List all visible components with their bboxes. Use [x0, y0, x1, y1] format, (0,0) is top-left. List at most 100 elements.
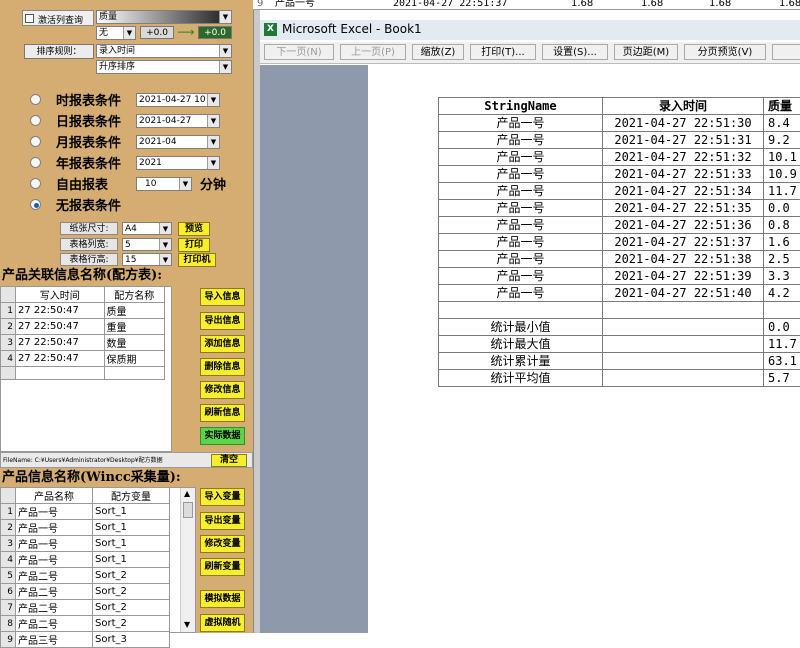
table-cell[interactable] [16, 367, 105, 380]
print-button[interactable]: 打印(T)... [470, 44, 536, 60]
virtual-random-button[interactable]: 虚拟随机值 [200, 614, 245, 632]
table-cell[interactable]: 产品二号 [16, 616, 93, 632]
excel-title-bar[interactable]: X Microsoft Excel - Book1 [260, 20, 800, 40]
table-row[interactable]: 227 22:50:47重量 [1, 319, 165, 335]
refresh-info-button[interactable]: 刷新信息 [200, 404, 245, 422]
radio-button-selected[interactable] [30, 199, 41, 210]
report-option-month[interactable]: 月报表条件 2021-04 ▼ [30, 132, 250, 152]
report-option-day[interactable]: 日报表条件 2021-04-27 ▼ [30, 111, 250, 131]
table-cell[interactable]: 27 22:50:47 [16, 319, 105, 335]
modify-info-button[interactable]: 修改信息 [200, 381, 245, 399]
paper-size-dropdown[interactable]: A4 ▼ [122, 222, 172, 235]
table-cell[interactable]: 重量 [104, 319, 165, 335]
report-option-hour[interactable]: 时报表条件 2021-04-27 10 ▼ [30, 90, 250, 110]
table-row[interactable] [1, 367, 165, 380]
radio-button[interactable] [30, 136, 41, 147]
month-dropdown[interactable]: 2021-04 ▼ [136, 135, 220, 149]
delete-info-button[interactable]: 删除信息 [200, 358, 245, 376]
activate-checkbox[interactable] [25, 14, 34, 23]
table-row[interactable]: 1产品一号Sort_1 [1, 504, 170, 520]
modify-var-button[interactable]: 修改变量 [200, 535, 245, 553]
year-dropdown[interactable]: 2021 ▼ [136, 156, 220, 170]
refresh-var-button[interactable]: 刷新变量 [200, 558, 245, 576]
toolbar-overflow[interactable] [772, 44, 800, 60]
day-dropdown[interactable]: 2021-04-27 ▼ [136, 114, 220, 128]
import-info-button[interactable]: 导入信息 [200, 288, 245, 306]
table-row[interactable]: 7产品二号Sort_2 [1, 600, 170, 616]
table-cell[interactable]: 产品二号 [16, 568, 93, 584]
table-cell[interactable]: Sort_1 [93, 520, 170, 536]
page-break-preview-button[interactable]: 分页预览(V) [684, 44, 766, 60]
clear-button[interactable]: 清空 [211, 454, 247, 467]
table-cell[interactable]: Sort_1 [93, 504, 170, 520]
table-row[interactable]: 9产品三号Sort_3 [1, 632, 170, 648]
printer-button[interactable]: 打印机 [178, 253, 216, 267]
table-cell[interactable]: Sort_2 [93, 584, 170, 600]
table-cell[interactable]: Sort_1 [93, 552, 170, 568]
report-option-year[interactable]: 年报表条件 2021 ▼ [30, 153, 250, 173]
add-info-button[interactable]: 添加信息 [200, 335, 245, 353]
setup-button[interactable]: 设置(S)... [542, 44, 608, 60]
import-var-button[interactable]: 导入变量 [200, 488, 245, 506]
table-cell[interactable]: 产品一号 [16, 552, 93, 568]
table-cell[interactable]: 产品三号 [16, 632, 93, 648]
wincc-table[interactable]: 产品名称 配方变量 1产品一号Sort_1 2产品一号Sort_1 3产品一号S… [0, 487, 170, 648]
formula-table[interactable]: 写入时间 配方名称 127 22:50:47质量 227 22:50:47重量 … [0, 286, 165, 380]
scroll-thumb[interactable] [183, 502, 193, 518]
radio-button[interactable] [30, 157, 41, 168]
radio-button[interactable] [30, 94, 41, 105]
table-cell[interactable]: 产品一号 [16, 536, 93, 552]
table-row[interactable]: 427 22:50:47保质期 [1, 351, 165, 367]
table-cell[interactable]: 27 22:50:47 [16, 335, 105, 351]
scroll-up-icon[interactable]: ▲ [184, 489, 190, 498]
export-info-button[interactable]: 导出信息 [200, 312, 245, 330]
table-cell[interactable]: 质量 [104, 303, 165, 319]
hour-dropdown[interactable]: 2021-04-27 10 ▼ [136, 93, 220, 107]
table-row[interactable]: 5产品二号Sort_2 [1, 568, 170, 584]
field-dropdown[interactable]: 质量 ▼ [96, 10, 232, 24]
table-cell[interactable]: 27 22:50:47 [16, 303, 105, 319]
column-width-dropdown[interactable]: 5 ▼ [122, 238, 172, 251]
next-page-button[interactable]: 下一页(N) [264, 44, 334, 60]
wincc-scrollbar[interactable]: ▲ ▼ [180, 488, 195, 632]
table-cell[interactable]: 产品二号 [16, 600, 93, 616]
table-row[interactable]: 8产品二号Sort_2 [1, 616, 170, 632]
radio-button[interactable] [30, 178, 41, 189]
table-cell[interactable]: Sort_1 [93, 536, 170, 552]
sort-field-dropdown[interactable]: 录入时间 ▼ [96, 44, 232, 58]
min-value-box[interactable]: +0.0 [140, 26, 174, 39]
activate-query-checkbox-box[interactable]: 激活列查询 [22, 10, 94, 26]
cond-dropdown[interactable]: 无 ▼ [96, 26, 136, 40]
zoom-button[interactable]: 缩放(Z) [412, 44, 464, 60]
preview-button[interactable]: 预览 [178, 222, 210, 236]
table-row[interactable]: 327 22:50:47数量 [1, 335, 165, 351]
table-row[interactable]: 6产品二号Sort_2 [1, 584, 170, 600]
radio-button[interactable] [30, 115, 41, 126]
report-option-free[interactable]: 自由报表 10 ▼ 分钟 [30, 174, 250, 194]
table-row[interactable]: 3产品一号Sort_1 [1, 536, 170, 552]
row-height-dropdown[interactable]: 15 ▼ [122, 253, 172, 266]
table-cell[interactable]: 产品二号 [16, 584, 93, 600]
actual-database-button[interactable]: 实际数据库 [200, 427, 245, 445]
table-cell[interactable]: Sort_3 [93, 632, 170, 648]
table-row[interactable]: 2产品一号Sort_1 [1, 520, 170, 536]
scroll-down-icon[interactable]: ▼ [184, 620, 190, 629]
export-var-button[interactable]: 导出变量 [200, 512, 245, 530]
sort-order-dropdown[interactable]: 升序排序 ▼ [96, 60, 232, 74]
minutes-dropdown[interactable]: 10 ▼ [136, 177, 192, 191]
table-row[interactable]: 127 22:50:47质量 [1, 303, 165, 319]
table-cell[interactable]: 产品一号 [16, 504, 93, 520]
table-cell[interactable]: 27 22:50:47 [16, 351, 105, 367]
table-cell[interactable]: 保质期 [104, 351, 165, 367]
margins-button[interactable]: 页边距(M) [614, 44, 678, 60]
table-cell[interactable]: 产品一号 [16, 520, 93, 536]
table-cell[interactable]: Sort_2 [93, 616, 170, 632]
table-cell[interactable] [104, 367, 165, 380]
table-cell[interactable]: 数量 [104, 335, 165, 351]
table-row[interactable]: 4产品一号Sort_1 [1, 552, 170, 568]
report-option-none[interactable]: 无报表条件 [30, 195, 250, 215]
sim-database-button[interactable]: 模拟数据库 [200, 590, 245, 608]
prev-page-button[interactable]: 上一页(P) [340, 44, 406, 60]
table-cell[interactable]: Sort_2 [93, 568, 170, 584]
print-button[interactable]: 打印 [178, 238, 210, 252]
